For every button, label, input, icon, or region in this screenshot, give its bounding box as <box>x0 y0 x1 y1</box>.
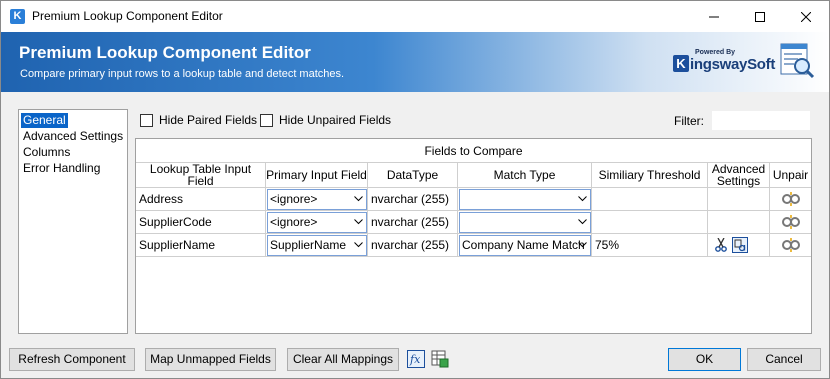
chevron-down-icon <box>354 242 363 248</box>
hide-paired-checkbox-box[interactable] <box>140 113 153 127</box>
cell-advanced-settings <box>708 211 770 234</box>
nav-item-error-handling[interactable]: Error Handling <box>21 161 102 176</box>
column-header-datatype: DataType <box>368 163 458 188</box>
filter-label: Filter: <box>674 114 704 128</box>
hide-unpaired-checkbox[interactable]: Hide Unpaired Fields <box>260 113 391 127</box>
cell-datatype: nvarchar (255) <box>368 188 458 211</box>
nav-item-general[interactable]: General <box>21 113 68 128</box>
table-export-icon[interactable] <box>431 350 449 368</box>
minimize-button[interactable] <box>691 1 737 32</box>
map-unmapped-fields-button[interactable]: Map Unmapped Fields <box>145 348 276 371</box>
header-banner: Premium Lookup Component Editor Compare … <box>1 32 829 92</box>
ok-button[interactable]: OK <box>668 348 741 371</box>
chevron-down-icon <box>578 242 587 248</box>
app-icon: K <box>10 9 25 24</box>
hide-paired-checkbox[interactable]: Hide Paired Fields <box>140 113 257 127</box>
hide-unpaired-checkbox-box[interactable] <box>260 113 273 127</box>
chevron-down-icon <box>354 196 363 202</box>
refresh-component-button[interactable]: Refresh Component <box>9 348 135 371</box>
kingswaysoft-logo: Powered By K ingswaySoft <box>673 49 776 79</box>
filter-input[interactable] <box>711 110 811 131</box>
brand-powered-by: Powered By <box>695 49 736 56</box>
cell-datatype: nvarchar (255) <box>368 211 458 234</box>
minimize-icon <box>709 16 719 17</box>
maximize-button[interactable] <box>737 1 783 32</box>
chevron-down-icon <box>578 196 587 202</box>
cell-threshold[interactable] <box>592 188 708 211</box>
close-icon <box>801 11 811 22</box>
column-header-primary-field: Primary Input Field <box>266 163 368 188</box>
column-header-advanced-settings: Advanced Settings <box>708 163 770 188</box>
nav-item-advanced-settings[interactable]: Advanced Settings <box>21 129 125 144</box>
cell-threshold[interactable] <box>592 211 708 234</box>
cell-lookup-field[interactable]: Address <box>136 188 266 211</box>
title-bar: K Premium Lookup Component Editor <box>1 1 829 32</box>
hide-paired-label: Hide Paired Fields <box>159 113 258 127</box>
brand-k-mark: K <box>673 55 689 72</box>
column-header-unpair: Unpair <box>770 163 811 188</box>
cell-lookup-field[interactable]: SupplierName <box>136 234 266 257</box>
banner-subtitle: Compare primary input rows to a lookup t… <box>20 68 345 80</box>
brand-name: ingswaySoft <box>690 56 776 73</box>
primary-field-dropdown[interactable]: SupplierName <box>267 235 367 256</box>
cell-lookup-field[interactable]: SupplierCode <box>136 211 266 234</box>
match-type-value: Company Name Match <box>462 238 585 252</box>
match-type-dropdown[interactable] <box>459 212 591 233</box>
chevron-down-icon <box>354 219 363 225</box>
primary-field-value: <ignore> <box>270 215 318 229</box>
hide-unpaired-label: Hide Unpaired Fields <box>279 113 392 127</box>
primary-field-dropdown[interactable]: <ignore> <box>267 212 367 233</box>
text-case-icon[interactable] <box>732 237 748 253</box>
unpair-icon[interactable] <box>781 238 801 252</box>
section-list: General Advanced Settings Columns Error … <box>18 109 128 334</box>
fields-to-compare-grid: Fields to Compare Lookup Table Input Fie… <box>135 138 812 334</box>
unpair-icon[interactable] <box>781 215 801 229</box>
grid-caption: Fields to Compare <box>136 139 811 163</box>
unpair-icon[interactable] <box>781 192 801 206</box>
column-header-lookup-field: Lookup Table Input Field <box>136 163 266 188</box>
match-type-dropdown[interactable]: Company Name Match <box>459 235 591 256</box>
match-type-dropdown[interactable] <box>459 189 591 210</box>
maximize-icon <box>755 11 765 22</box>
chevron-down-icon <box>578 219 587 225</box>
primary-field-dropdown[interactable]: <ignore> <box>267 189 367 210</box>
expression-fx-icon[interactable]: fx <box>407 350 425 368</box>
column-header-threshold: Similiary Threshold <box>592 163 708 188</box>
banner-title: Premium Lookup Component Editor <box>19 43 311 62</box>
window-title: Premium Lookup Component Editor <box>32 9 223 23</box>
cell-threshold[interactable]: 75% <box>592 234 708 257</box>
clear-all-mappings-button[interactable]: Clear All Mappings <box>287 348 399 371</box>
column-header-match-type: Match Type <box>458 163 592 188</box>
cell-advanced-settings <box>708 188 770 211</box>
cancel-button[interactable]: Cancel <box>747 348 821 371</box>
lookup-search-icon <box>780 43 815 79</box>
scissors-icon[interactable] <box>715 238 727 252</box>
close-button[interactable] <box>783 1 829 32</box>
nav-item-columns[interactable]: Columns <box>21 145 72 160</box>
primary-field-value: <ignore> <box>270 192 318 206</box>
svg-text:fx: fx <box>409 353 421 366</box>
primary-field-value: SupplierName <box>270 238 347 252</box>
cell-datatype: nvarchar (255) <box>368 234 458 257</box>
editor-window: K Premium Lookup Component Editor Premiu… <box>0 0 830 379</box>
